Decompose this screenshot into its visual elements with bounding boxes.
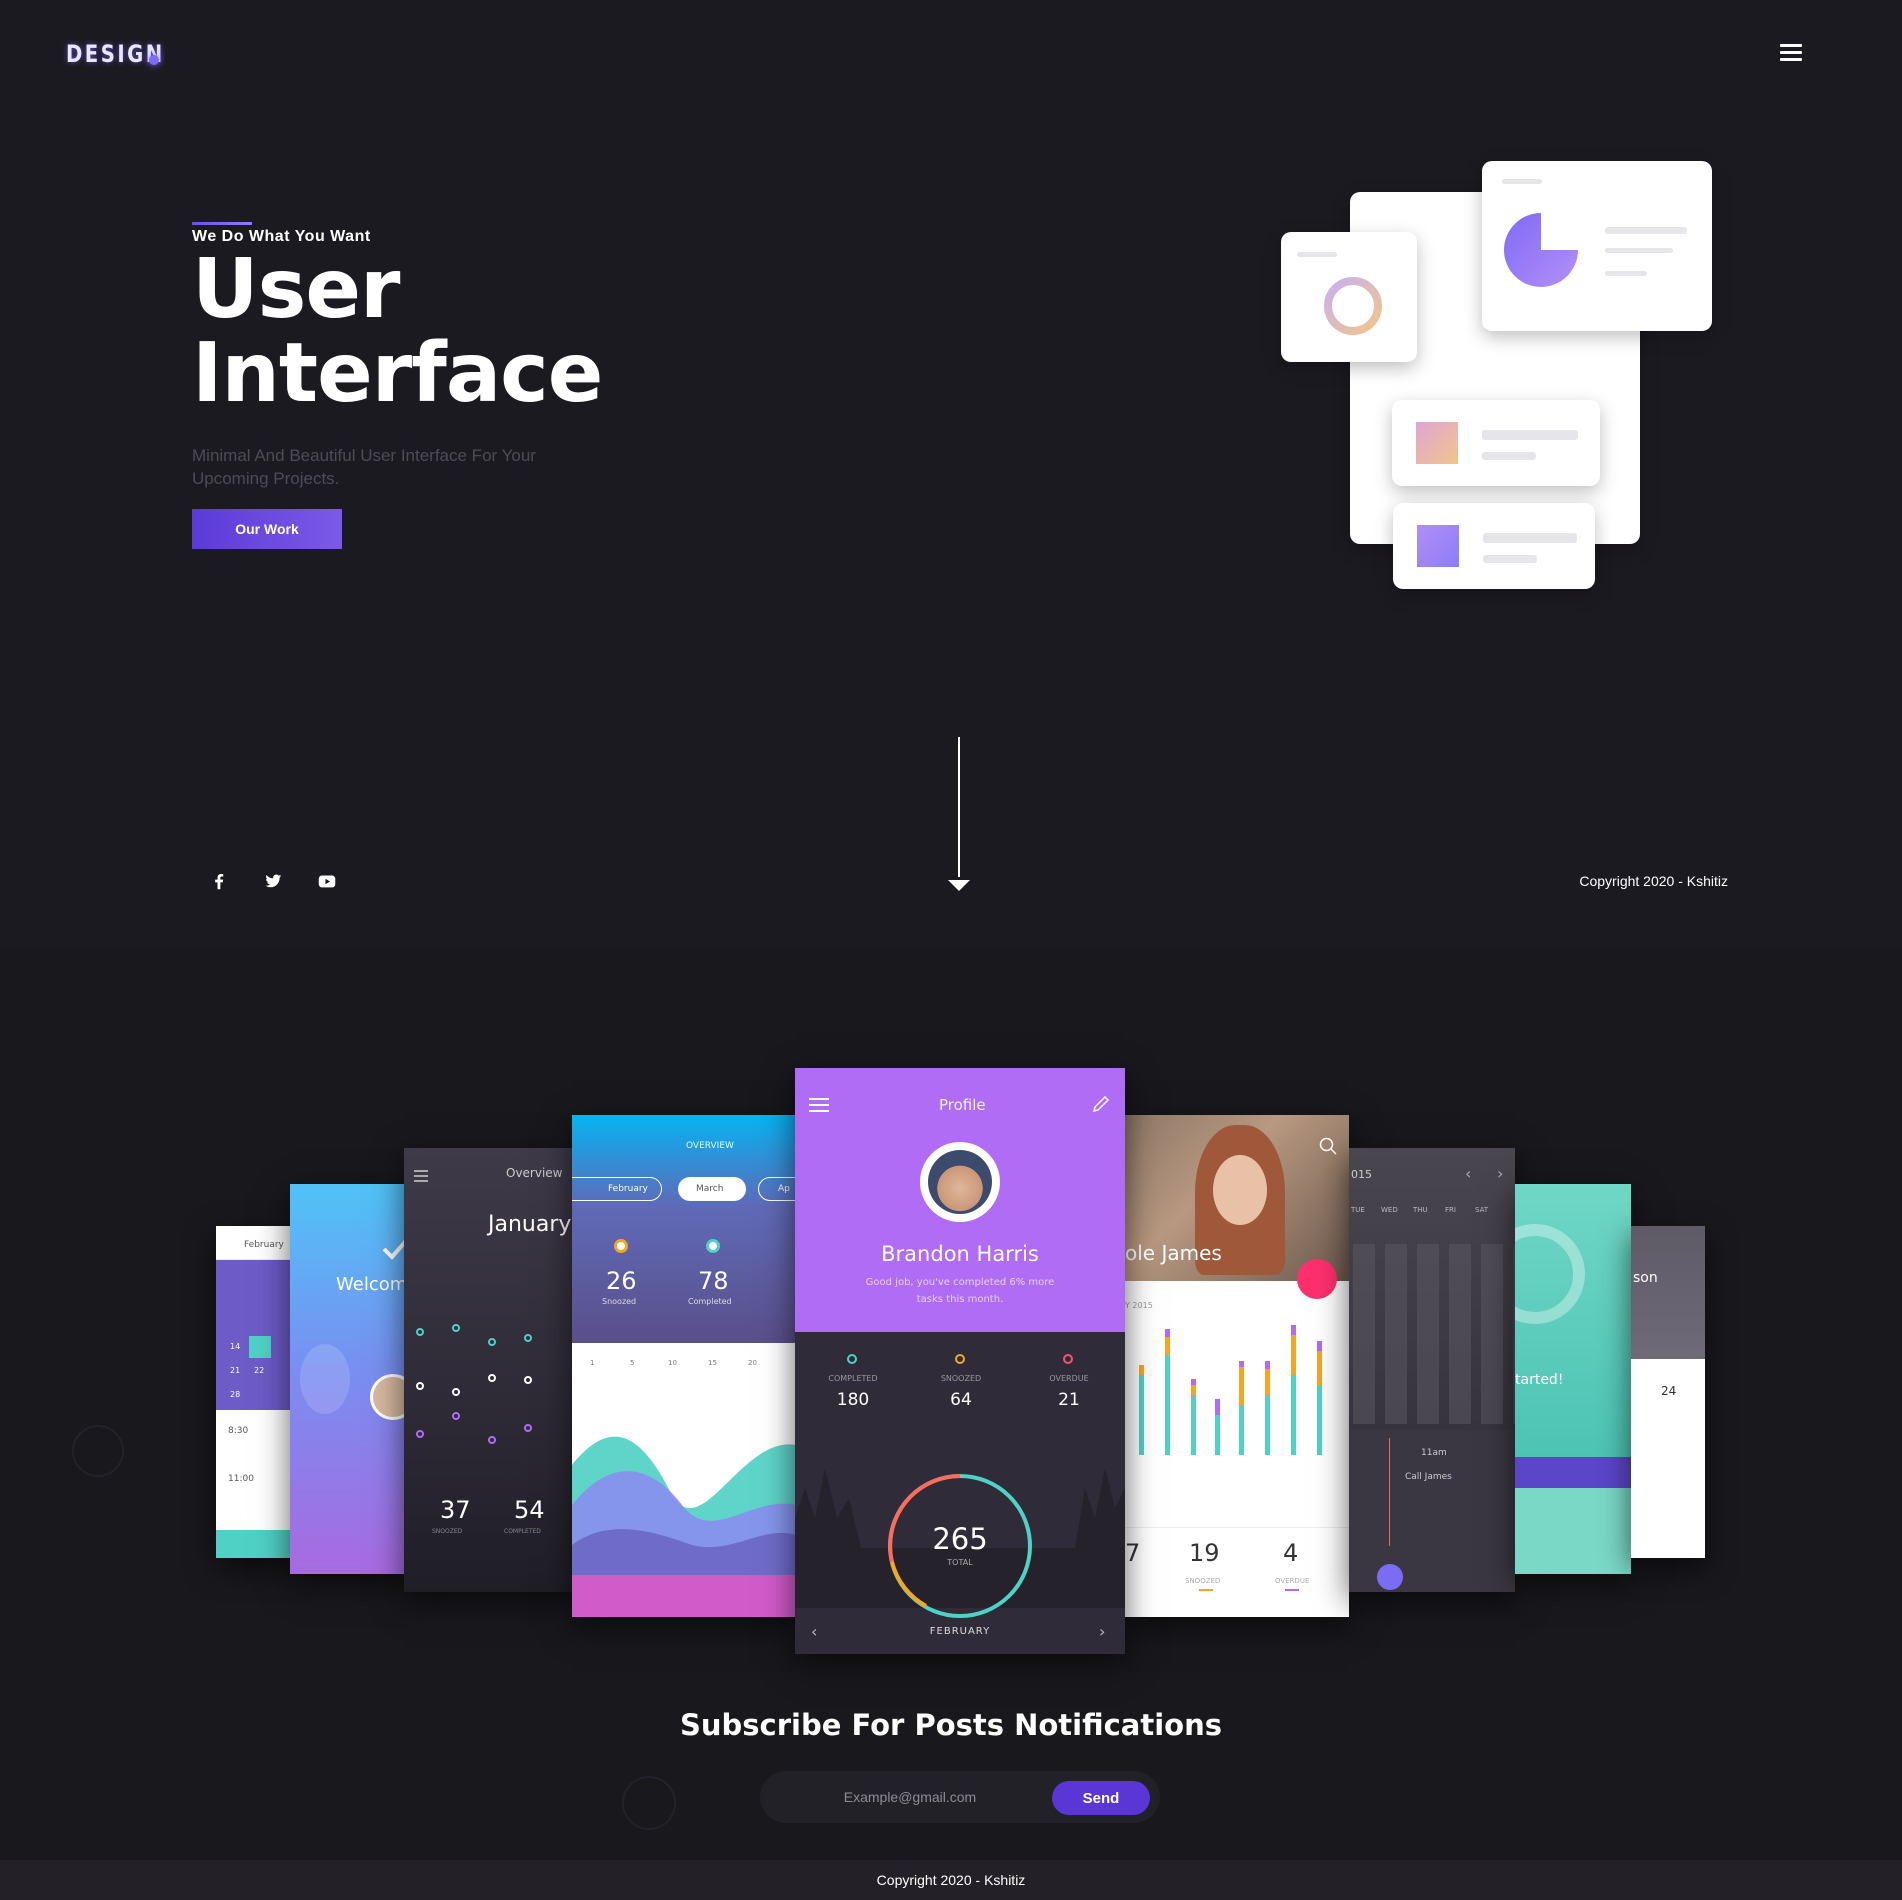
pie-chart-icon	[1504, 213, 1578, 287]
logo-dot	[149, 55, 159, 65]
footer: Copyright 2020 - Kshitiz	[0, 1860, 1902, 1900]
twitter-icon[interactable]	[262, 870, 284, 892]
send-button[interactable]: Send	[1052, 1781, 1150, 1815]
search-icon[interactable]	[1319, 1137, 1337, 1155]
email-input[interactable]	[790, 1771, 1030, 1823]
illustration-pie-card	[1482, 161, 1712, 331]
illustration-donut-card	[1281, 232, 1417, 362]
add-event-button[interactable]	[1377, 1564, 1403, 1590]
edit-pencil-icon[interactable]	[1091, 1094, 1111, 1114]
hero-title-line2: Interface	[192, 326, 603, 421]
phone-calendar-dark: 015 ‹ › TUE WED THU FRI SAT 11am Call Ja…	[1349, 1148, 1515, 1592]
illustration-list-card-1	[1392, 400, 1600, 486]
phone-welcome: Welcome	[290, 1184, 408, 1574]
hero-title: User Interface	[192, 242, 603, 421]
hamburger-menu-icon[interactable]	[1780, 44, 1802, 62]
decorative-ring	[72, 1425, 124, 1477]
avatar	[370, 1374, 408, 1420]
hero-copyright: Copyright 2020 - Kshitiz	[1579, 873, 1728, 889]
phone-calendar-light: February 14 21 22 28 8:30 11:00	[216, 1226, 296, 1558]
chevron-right-icon[interactable]: ›	[1497, 1164, 1503, 1183]
our-work-button[interactable]: Our Work	[192, 509, 342, 549]
hero-title-line1: User	[192, 242, 400, 337]
menu-icon[interactable]	[809, 1098, 829, 1100]
hero-subtitle: Minimal And Beautiful User Interface For…	[192, 446, 536, 488]
decorative-ring	[622, 1776, 676, 1830]
facebook-icon[interactable]	[208, 870, 230, 892]
phone-stats-wave: OVERVIEW February March Ap 26 Snoozed 78…	[572, 1115, 796, 1617]
chevron-left-icon[interactable]: ‹	[1465, 1164, 1471, 1183]
bar-chart	[1139, 1325, 1322, 1455]
phone-overview-dark: Overview January 37 SNOOZED 54 COMPLETED	[404, 1148, 572, 1592]
subscribe-form: Send	[760, 1771, 1160, 1823]
hero-illustration	[1280, 160, 1720, 590]
youtube-icon[interactable]	[316, 870, 338, 892]
phone-profile-light: son 24	[1631, 1226, 1705, 1558]
phone-profile: Profile Brandon Harris Good job, you've …	[795, 1068, 1125, 1654]
phone-get-started: tarted!	[1515, 1184, 1631, 1574]
wave-chart	[572, 1436, 796, 1575]
footer-copyright: Copyright 2020 - Kshitiz	[876, 1872, 1026, 1888]
illustration-list-card-2	[1393, 503, 1595, 589]
subscribe-title: Subscribe For Posts Notifications	[679, 1708, 1222, 1742]
donut-chart-icon	[1324, 277, 1382, 335]
phone-bar-chart: ole James Y 2015 7 19 SNOOZED 4 OVERDUE	[1125, 1115, 1349, 1617]
tagline-accent-bar	[192, 222, 252, 225]
chevron-right-icon[interactable]: ›	[1099, 1622, 1105, 1641]
action-button[interactable]	[1297, 1259, 1337, 1299]
scroll-down-arrow-icon[interactable]	[948, 880, 970, 891]
scroll-down-line	[958, 737, 960, 877]
avatar	[920, 1142, 1000, 1222]
